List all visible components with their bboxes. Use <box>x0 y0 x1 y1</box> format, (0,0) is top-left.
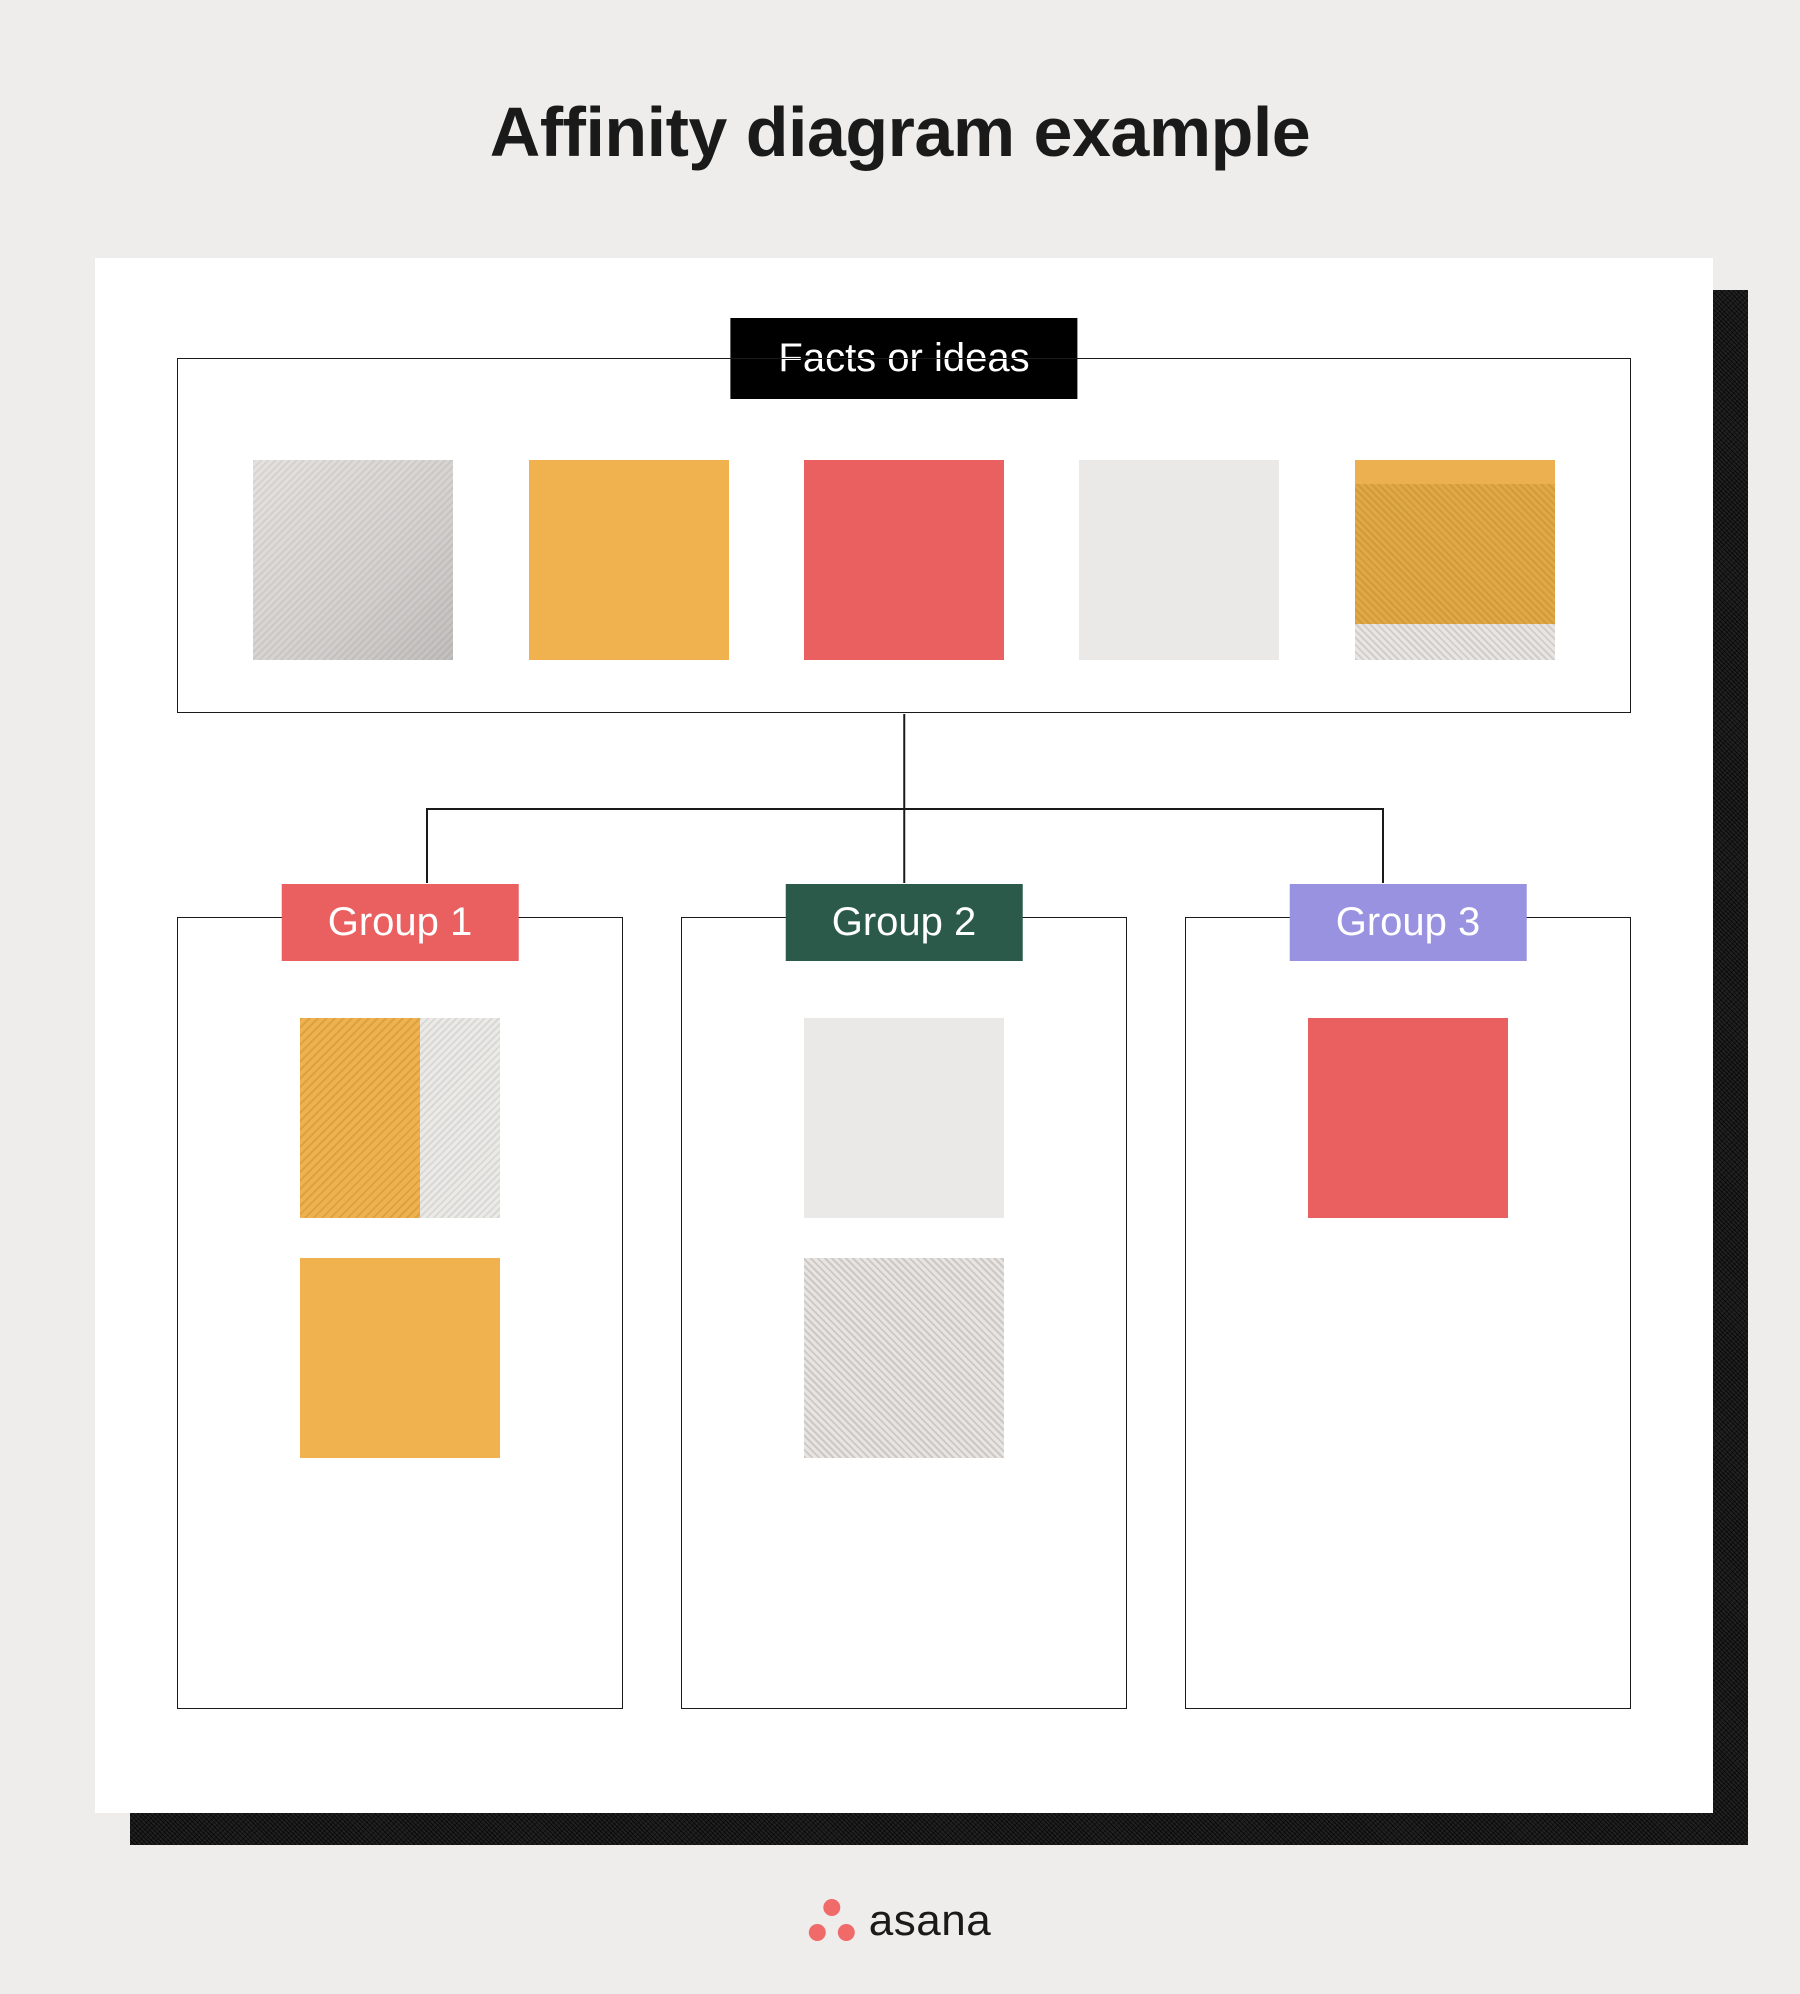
fact-swatch <box>1355 460 1555 660</box>
group-1-label: Group 1 <box>282 884 519 961</box>
fact-swatch <box>253 460 453 660</box>
connector-line <box>903 714 905 808</box>
group-swatch <box>804 1018 1004 1218</box>
group-swatch <box>300 1018 500 1218</box>
asana-logo-icon <box>809 1899 855 1943</box>
facts-swatch-row <box>178 460 1630 660</box>
brand-name: asana <box>869 1896 991 1946</box>
connector-line <box>903 808 905 883</box>
group-2-label: Group 2 <box>786 884 1023 961</box>
diagram-card: Facts or ideas Group 1 Group 2 <box>95 258 1713 1813</box>
page-title: Affinity diagram example <box>0 92 1800 172</box>
facts-container <box>177 358 1631 713</box>
groups-row: Group 1 Group 2 Group 3 <box>177 917 1631 1709</box>
group-swatch <box>300 1258 500 1458</box>
group-swatch <box>804 1258 1004 1458</box>
connector-line <box>1382 808 1384 883</box>
fact-swatch <box>529 460 729 660</box>
fact-swatch <box>1079 460 1279 660</box>
brand-footer: asana <box>809 1896 991 1946</box>
connector-line <box>426 808 428 883</box>
group-3-label: Group 3 <box>1290 884 1527 961</box>
group-box-1: Group 1 <box>177 917 623 1709</box>
group-swatch <box>1308 1018 1508 1218</box>
fact-swatch <box>804 460 1004 660</box>
group-box-2: Group 2 <box>681 917 1127 1709</box>
group-box-3: Group 3 <box>1185 917 1631 1709</box>
